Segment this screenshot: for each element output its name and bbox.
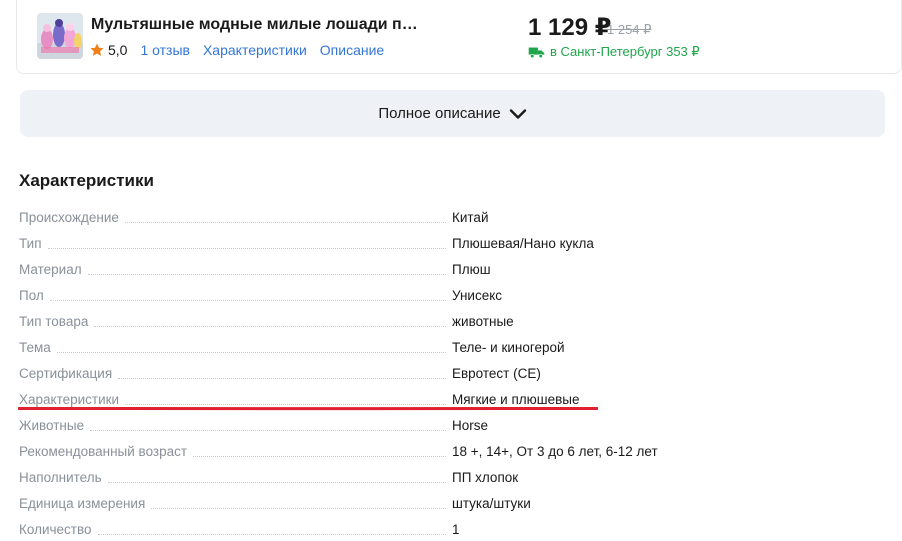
spec-dotted-leader — [47, 248, 446, 249]
spec-row: Тип товара животные — [19, 307, 879, 333]
delivery-info[interactable]: в Санкт-Петербург 353 ₽ — [528, 44, 700, 60]
spec-value: животные — [452, 314, 514, 329]
spec-dotted-leader — [125, 404, 446, 405]
spec-label-wrap: Тип товара — [19, 314, 452, 330]
red-annotation-underline — [18, 406, 598, 411]
spec-row: Наполнитель ПП хлопок — [19, 463, 879, 489]
spec-label: Сертификация — [19, 366, 113, 381]
spec-label-wrap: Материал — [19, 262, 452, 278]
spec-dotted-leader — [87, 274, 446, 275]
spec-row: Происхождение Китай — [19, 203, 879, 229]
description-link[interactable]: Описание — [320, 42, 384, 58]
spec-label: Количество — [19, 522, 92, 537]
spec-value: Унисекс — [452, 288, 503, 303]
spec-dotted-leader — [107, 482, 446, 483]
spec-label-wrap: Тема — [19, 340, 452, 356]
spec-label: Пол — [19, 288, 44, 303]
spec-row: Тема Теле- и киногерой — [19, 333, 879, 359]
spec-row: Сертификация Евротест (CE) — [19, 359, 879, 385]
characteristics-link[interactable]: Характеристики — [203, 42, 307, 58]
spec-dotted-leader — [90, 430, 446, 431]
spec-row: Количество 1 — [19, 515, 879, 541]
spec-label: Рекомендованный возраст — [19, 444, 188, 459]
current-price: 1 129 ₽ — [528, 14, 612, 41]
spec-row: Тип Плюшевая/Нано кукла — [19, 229, 879, 255]
spec-row: Рекомендованный возраст 18 +, 14+, От 3 д… — [19, 437, 879, 463]
spec-dotted-leader — [94, 326, 446, 327]
spec-dotted-leader — [151, 508, 446, 509]
spec-label: Наполнитель — [19, 470, 102, 485]
spec-label: Тип — [19, 236, 42, 251]
full-description-button[interactable]: Полное описание — [20, 90, 885, 137]
spec-value: 1 — [452, 522, 460, 537]
product-page: Мультяшные модные милые лошади принцесса… — [0, 0, 902, 541]
spec-label-wrap: Тип — [19, 236, 452, 252]
spec-value: ПП хлопок — [452, 470, 519, 485]
chevron-down-icon — [509, 108, 526, 119]
spec-value: Евротест (CE) — [452, 366, 541, 381]
spec-row: Животные Horse — [19, 411, 879, 437]
full-description-label: Полное описание — [378, 105, 501, 122]
spec-label-wrap: Рекомендованный возраст — [19, 444, 452, 460]
spec-row: Материал Плюш — [19, 255, 879, 281]
truck-icon — [528, 47, 545, 58]
spec-dotted-leader — [124, 222, 446, 223]
spec-value: штука/штуки — [452, 496, 531, 511]
spec-label-wrap: Сертификация — [19, 366, 452, 382]
product-summary-header: Мультяшные модные милые лошади принцесса… — [16, 0, 902, 74]
spec-label: Происхождение — [19, 210, 119, 225]
product-title[interactable]: Мультяшные модные милые лошади принцесса… — [91, 16, 421, 34]
spec-label-wrap: Происхождение — [19, 210, 452, 226]
spec-label: Животные — [19, 418, 85, 433]
spec-label: Единица измерения — [19, 496, 146, 511]
product-image — [37, 13, 83, 59]
spec-dotted-leader — [56, 352, 446, 353]
product-thumbnail[interactable] — [37, 13, 83, 59]
delivery-text: в Санкт-Петербург 353 ₽ — [550, 44, 700, 59]
spec-row: Пол Унисекс — [19, 281, 879, 307]
spec-label-wrap: Единица измерения — [19, 496, 452, 512]
old-price: 1 254 ₽ — [607, 22, 652, 37]
spec-dotted-leader — [118, 378, 446, 379]
spec-value: Horse — [452, 418, 489, 433]
rating-value: 5,0 — [108, 42, 128, 58]
spec-label-wrap: Количество — [19, 522, 452, 538]
spec-label: Материал — [19, 262, 82, 277]
product-meta: 5,0 1 отзыв Характеристики Описание — [89, 41, 397, 59]
spec-value: 18 +, 14+, От 3 до 6 лет, 6-12 лет — [452, 444, 658, 459]
spec-label: Тема — [19, 340, 51, 355]
characteristics-list: Происхождение Китай Тип Плюшевая/Нано кукла… — [19, 203, 879, 541]
reviews-link[interactable]: 1 отзыв — [140, 42, 190, 58]
spec-dotted-leader — [97, 534, 446, 535]
spec-row: Единица измерения штука/штуки — [19, 489, 879, 515]
spec-label-wrap: Животные — [19, 418, 452, 434]
spec-value: Китай — [452, 210, 489, 225]
star-icon — [90, 43, 104, 56]
spec-value: Плюш — [452, 262, 491, 277]
spec-dotted-leader — [193, 456, 446, 457]
spec-dotted-leader — [49, 300, 446, 301]
spec-label-wrap: Пол — [19, 288, 452, 304]
characteristics-title: Характеристики — [19, 171, 154, 190]
spec-label-wrap: Наполнитель — [19, 470, 452, 486]
spec-value: Теле- и киногерой — [452, 340, 565, 355]
spec-value: Плюшевая/Нано кукла — [452, 236, 594, 251]
spec-label: Тип товара — [19, 314, 89, 329]
